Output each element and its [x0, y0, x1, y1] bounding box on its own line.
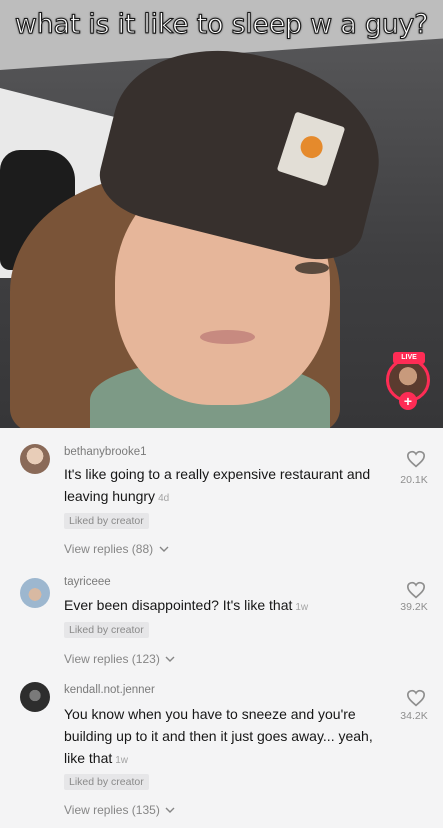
view-replies-label: View replies (88): [64, 542, 154, 556]
comment-body: You know when you have to sneeze and you…: [64, 706, 373, 766]
view-replies-button[interactable]: View replies (123): [64, 652, 175, 666]
comment-text: Ever been disappointed? It's like that 1w: [64, 594, 389, 619]
view-replies-label: View replies (123): [64, 652, 160, 666]
comment-username[interactable]: tayriceee: [64, 576, 111, 588]
live-badge: LIVE: [393, 352, 425, 364]
chevron-down-icon: [159, 546, 168, 552]
comment-text: It's like going to a really expensive re…: [64, 463, 389, 510]
comment-username[interactable]: kendall.not.jenner: [64, 684, 155, 696]
follow-plus-icon[interactable]: +: [399, 392, 417, 410]
like-count: 39.2K: [400, 601, 428, 613]
video-caption: what is it like to sleep w a guy?: [14, 8, 429, 40]
heart-outline-icon[interactable]: [406, 689, 426, 707]
chevron-down-icon: [165, 656, 175, 662]
comments-panel: bethanybrooke1 It's like going to a real…: [0, 428, 443, 828]
chevron-down-icon: [165, 807, 175, 813]
liked-by-creator-badge: Liked by creator: [64, 513, 149, 529]
liked-by-creator-badge: Liked by creator: [64, 774, 149, 790]
comment-username[interactable]: bethanybrooke1: [64, 446, 146, 458]
view-replies-label: View replies (135): [64, 803, 160, 817]
avatar[interactable]: [20, 682, 50, 712]
heart-outline-icon[interactable]: [406, 450, 426, 468]
comment-text: You know when you have to sneeze and you…: [64, 703, 379, 772]
person-mouth: [200, 330, 255, 344]
avatar[interactable]: [20, 444, 50, 474]
live-creator-button[interactable]: LIVE +: [384, 350, 434, 412]
like-count: 34.2K: [400, 710, 428, 722]
comment-age: 1w: [295, 602, 309, 613]
like-count: 20.1K: [400, 474, 428, 486]
avatar[interactable]: [20, 578, 50, 608]
view-replies-button[interactable]: View replies (88): [64, 542, 169, 556]
comment-body: It's like going to a really expensive re…: [64, 466, 371, 504]
video-player[interactable]: what is it like to sleep w a guy? LIVE +: [0, 0, 443, 428]
comment-age: 1w: [115, 755, 129, 766]
person-eye-right: [295, 262, 329, 274]
view-replies-button[interactable]: View replies (135): [64, 803, 175, 817]
comment-age: 4d: [158, 493, 170, 504]
comment-body: Ever been disappointed? It's like that: [64, 597, 293, 613]
liked-by-creator-badge: Liked by creator: [64, 622, 149, 638]
heart-outline-icon[interactable]: [406, 581, 426, 599]
